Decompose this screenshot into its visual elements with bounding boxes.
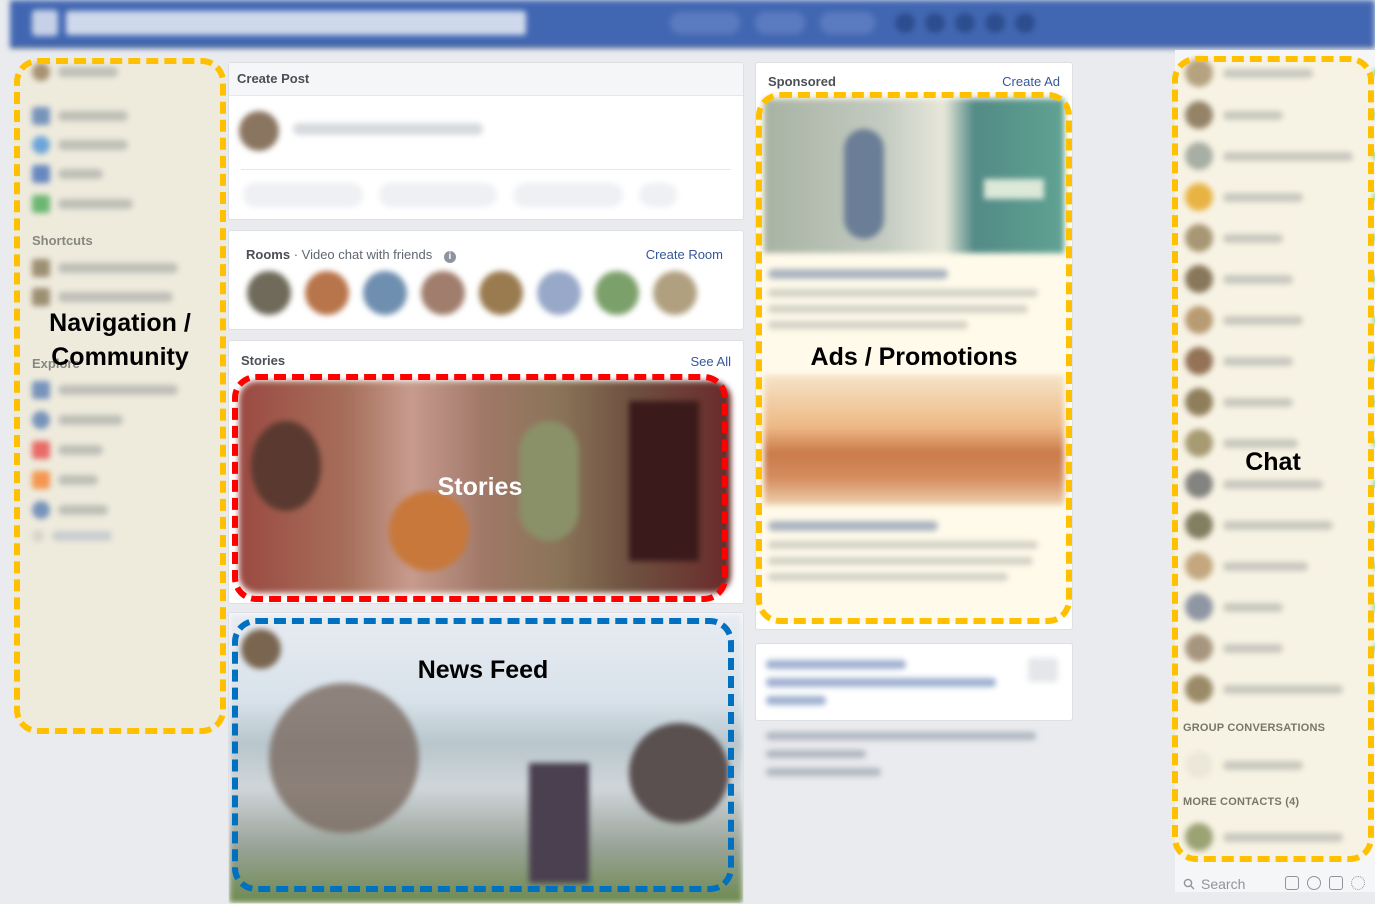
friends-icon[interactable] bbox=[895, 13, 915, 33]
language-links[interactable] bbox=[766, 678, 996, 687]
create-post-title: Create Post bbox=[237, 71, 310, 86]
navigation-community-label: Navigation / Community bbox=[49, 309, 191, 371]
create-room-link[interactable]: Create Room bbox=[646, 247, 723, 262]
facebook-logo-icon[interactable] bbox=[32, 10, 58, 36]
language-card bbox=[755, 643, 1073, 721]
post-composer-input[interactable] bbox=[293, 123, 483, 135]
avatar[interactable] bbox=[421, 271, 465, 315]
create-room-button[interactable] bbox=[243, 183, 363, 207]
chat-toolbar bbox=[1285, 876, 1365, 890]
chat-label: Chat bbox=[1245, 448, 1301, 476]
see-all-stories-link[interactable]: See All bbox=[691, 354, 731, 369]
home-link[interactable] bbox=[755, 12, 805, 34]
stories-title: Stories bbox=[241, 353, 286, 368]
news-feed-label: News Feed bbox=[417, 656, 549, 684]
chat-search[interactable]: Search bbox=[1183, 876, 1245, 892]
compose-icon[interactable] bbox=[1285, 876, 1299, 890]
profile-link[interactable] bbox=[670, 12, 740, 34]
create-ad-link[interactable]: Create Ad bbox=[1002, 74, 1060, 89]
rooms-card: Rooms · Video chat with friends i Create… bbox=[228, 230, 744, 330]
avatar[interactable] bbox=[537, 271, 581, 315]
avatar[interactable] bbox=[653, 271, 697, 315]
account-menu-icon[interactable] bbox=[1015, 13, 1035, 33]
video-icon[interactable] bbox=[1329, 876, 1343, 890]
tag-friends-button[interactable] bbox=[513, 183, 623, 207]
global-search-input[interactable] bbox=[66, 11, 526, 35]
avatar[interactable] bbox=[479, 271, 523, 315]
ads-promotions-label: Ads / Promotions bbox=[810, 343, 1018, 371]
language-links[interactable] bbox=[766, 660, 906, 669]
info-icon[interactable]: i bbox=[443, 251, 456, 263]
messenger-icon[interactable] bbox=[925, 13, 945, 33]
stories-label: Stories bbox=[437, 473, 523, 501]
navigation-community-overlay bbox=[14, 58, 226, 734]
add-language-button[interactable] bbox=[1028, 658, 1058, 682]
photo-video-button[interactable] bbox=[379, 183, 497, 207]
room-avatars bbox=[247, 271, 697, 315]
avatar[interactable] bbox=[305, 271, 349, 315]
create-link[interactable] bbox=[820, 12, 875, 34]
create-post-card: Create Post bbox=[228, 62, 744, 220]
rooms-heading: Rooms · Video chat with friends i bbox=[246, 247, 456, 263]
notifications-icon[interactable] bbox=[955, 13, 975, 33]
rooms-title: Rooms bbox=[246, 247, 291, 262]
help-icon[interactable] bbox=[985, 13, 1005, 33]
contacts-icon[interactable] bbox=[1307, 876, 1321, 890]
more-options-button[interactable] bbox=[639, 183, 677, 207]
gear-icon[interactable] bbox=[1351, 876, 1365, 890]
avatar[interactable] bbox=[595, 271, 639, 315]
top-navigation-bar bbox=[10, 0, 1375, 48]
search-icon bbox=[1183, 878, 1195, 890]
avatar[interactable] bbox=[247, 271, 291, 315]
footer-links[interactable] bbox=[766, 732, 1036, 740]
sponsored-title: Sponsored bbox=[768, 74, 836, 89]
avatar bbox=[239, 111, 279, 151]
avatar[interactable] bbox=[363, 271, 407, 315]
chat-search-placeholder: Search bbox=[1201, 876, 1246, 892]
rooms-subtitle: Video chat with friends bbox=[301, 247, 433, 262]
